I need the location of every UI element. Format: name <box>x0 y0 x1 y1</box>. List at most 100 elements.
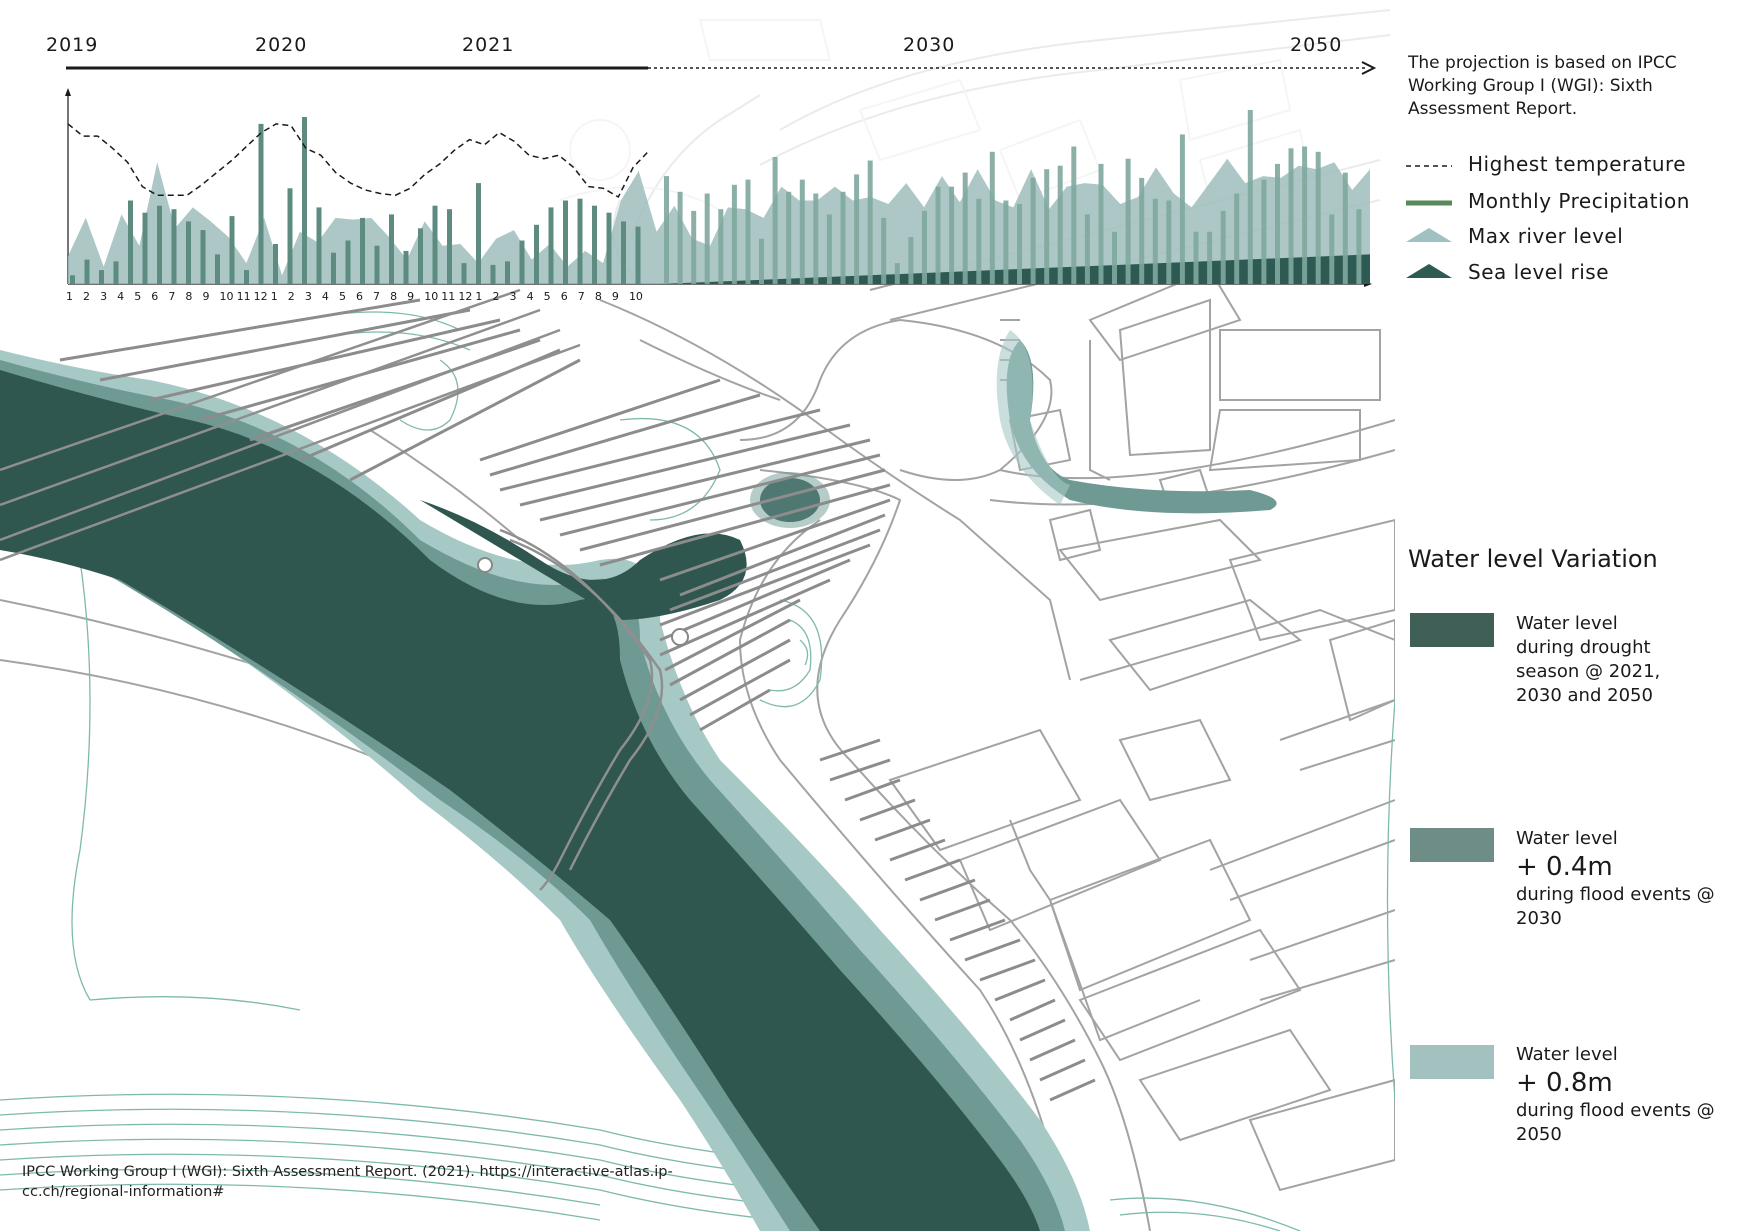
precipitation-bar <box>1302 146 1308 284</box>
precipitation-bar <box>1125 158 1131 284</box>
precipitation-bar <box>664 176 669 284</box>
month-tick-label: 3 <box>304 290 312 303</box>
precipitation-bar <box>1315 151 1321 284</box>
month-tick-label: 10 <box>219 290 234 303</box>
precipitation-bar <box>1057 165 1063 284</box>
precipitation-bar <box>949 186 955 284</box>
month-tick-label: 8 <box>594 290 602 303</box>
precipitation-bar <box>786 191 792 284</box>
month-tick-label: 4 <box>526 290 534 303</box>
year-label: 2021 <box>462 34 515 56</box>
precipitation-bar <box>1261 179 1267 284</box>
year-label: 2030 <box>903 34 956 56</box>
legend-label: Monthly Precipitation <box>1468 189 1690 213</box>
precipitation-bar <box>621 221 626 284</box>
precipitation-bar <box>302 117 307 284</box>
precipitation-bar <box>548 207 554 284</box>
precipitation-bar <box>677 191 683 284</box>
precipitation-bar <box>476 183 481 284</box>
month-tick-label: 3 <box>509 290 517 303</box>
precipitation-bar <box>1342 172 1348 284</box>
precipitation-bar <box>962 172 968 284</box>
precipitation-bar <box>635 226 641 284</box>
mountain-icon <box>1406 228 1452 242</box>
precipitation-bar <box>360 217 365 284</box>
precipitation-bar <box>922 210 927 284</box>
precipitation-bar <box>505 261 510 284</box>
precipitation-bar <box>908 237 914 284</box>
precipitation-bar <box>894 263 900 284</box>
month-tick-label: 12 <box>458 290 473 303</box>
wlv-big-value: + 0.4m <box>1516 852 1613 882</box>
precipitation-bar <box>157 205 162 284</box>
river-bands <box>0 330 1277 1231</box>
month-tick-label: 4 <box>321 290 329 303</box>
flood-04-description: Water level + 0.4m during flood events @… <box>1516 827 1731 931</box>
wlv-line: Water level <box>1516 1044 1618 1065</box>
month-tick-label: 2 <box>492 290 500 303</box>
precipitation-bar <box>826 214 832 284</box>
precipitation-bar <box>84 259 90 284</box>
citation: IPCC Working Group I (WGI): Sixth Assess… <box>22 1164 673 1200</box>
precipitation-bar <box>273 244 278 284</box>
precipitation-bar <box>976 198 982 284</box>
year-label: 2020 <box>255 34 308 56</box>
precipitation-bar <box>718 209 724 284</box>
precipitation-bar <box>374 245 380 284</box>
month-tick-label: 5 <box>543 290 551 303</box>
month-tick-label: 6 <box>151 290 159 303</box>
precipitation-bar <box>99 270 104 284</box>
month-tick-label: 8 <box>390 290 398 303</box>
year-label: 2019 <box>46 34 99 56</box>
precipitation-bar <box>447 209 452 284</box>
precipitation-bar <box>200 230 206 284</box>
month-tick-label: 12 <box>253 290 268 303</box>
month-tick-label: 10 <box>424 290 439 303</box>
precipitation-bar <box>171 209 177 284</box>
precipitation-bar <box>519 240 525 284</box>
month-tick-label: 6 <box>356 290 363 303</box>
precipitation-bar <box>1166 200 1172 284</box>
month-tick-label: 9 <box>407 290 415 303</box>
precipitation-bar <box>799 179 805 284</box>
precipitation-bar <box>1288 148 1294 284</box>
precipitation-bar <box>432 205 438 284</box>
precipitation-bar <box>563 200 568 284</box>
precipitation-bar <box>1098 163 1104 284</box>
month-tick-label: 11 <box>441 290 456 303</box>
precipitation-bar <box>418 228 423 284</box>
water-level-title: Water level Variation <box>1408 545 1658 573</box>
precipitation-bar <box>215 254 220 284</box>
legend-label: Sea level rise <box>1468 260 1610 284</box>
precipitation-bar <box>1112 231 1117 284</box>
dashed-line-icon <box>1406 165 1452 167</box>
flood-04-swatch <box>1410 828 1494 862</box>
month-tick-label: 6 <box>560 290 568 303</box>
month-tick-label: 5 <box>338 290 346 303</box>
month-tick-label: 9 <box>611 290 619 303</box>
precipitation-bar <box>1044 169 1050 284</box>
precipitation-bar <box>1234 193 1240 284</box>
precipitation-bar <box>244 270 249 284</box>
precipitation-bar <box>840 191 846 284</box>
precipitation-bar <box>461 263 467 284</box>
month-tick-label: 4 <box>117 290 125 303</box>
month-tick-label: 11 <box>236 290 251 303</box>
month-tick-label: 7 <box>577 290 585 303</box>
precipitation-bar <box>881 217 887 284</box>
precipitation-bar <box>1329 214 1335 284</box>
month-tick-label: 8 <box>185 290 193 303</box>
precipitation-bar <box>389 214 394 284</box>
precipitation-bar <box>287 188 293 284</box>
precipitation-bar <box>1179 134 1185 284</box>
year-label: 2050 <box>1290 34 1343 56</box>
precipitation-bar <box>1275 163 1280 284</box>
wlv-line: Water level <box>1516 613 1618 634</box>
landmark-point <box>477 557 493 573</box>
month-tick-label: 7 <box>373 290 381 303</box>
month-tick-label: 10 <box>628 290 643 303</box>
precipitation-bar <box>772 157 778 284</box>
precipitation-bar <box>142 212 148 284</box>
precipitation-bar <box>113 261 119 284</box>
precipitation-bar <box>1152 198 1158 284</box>
